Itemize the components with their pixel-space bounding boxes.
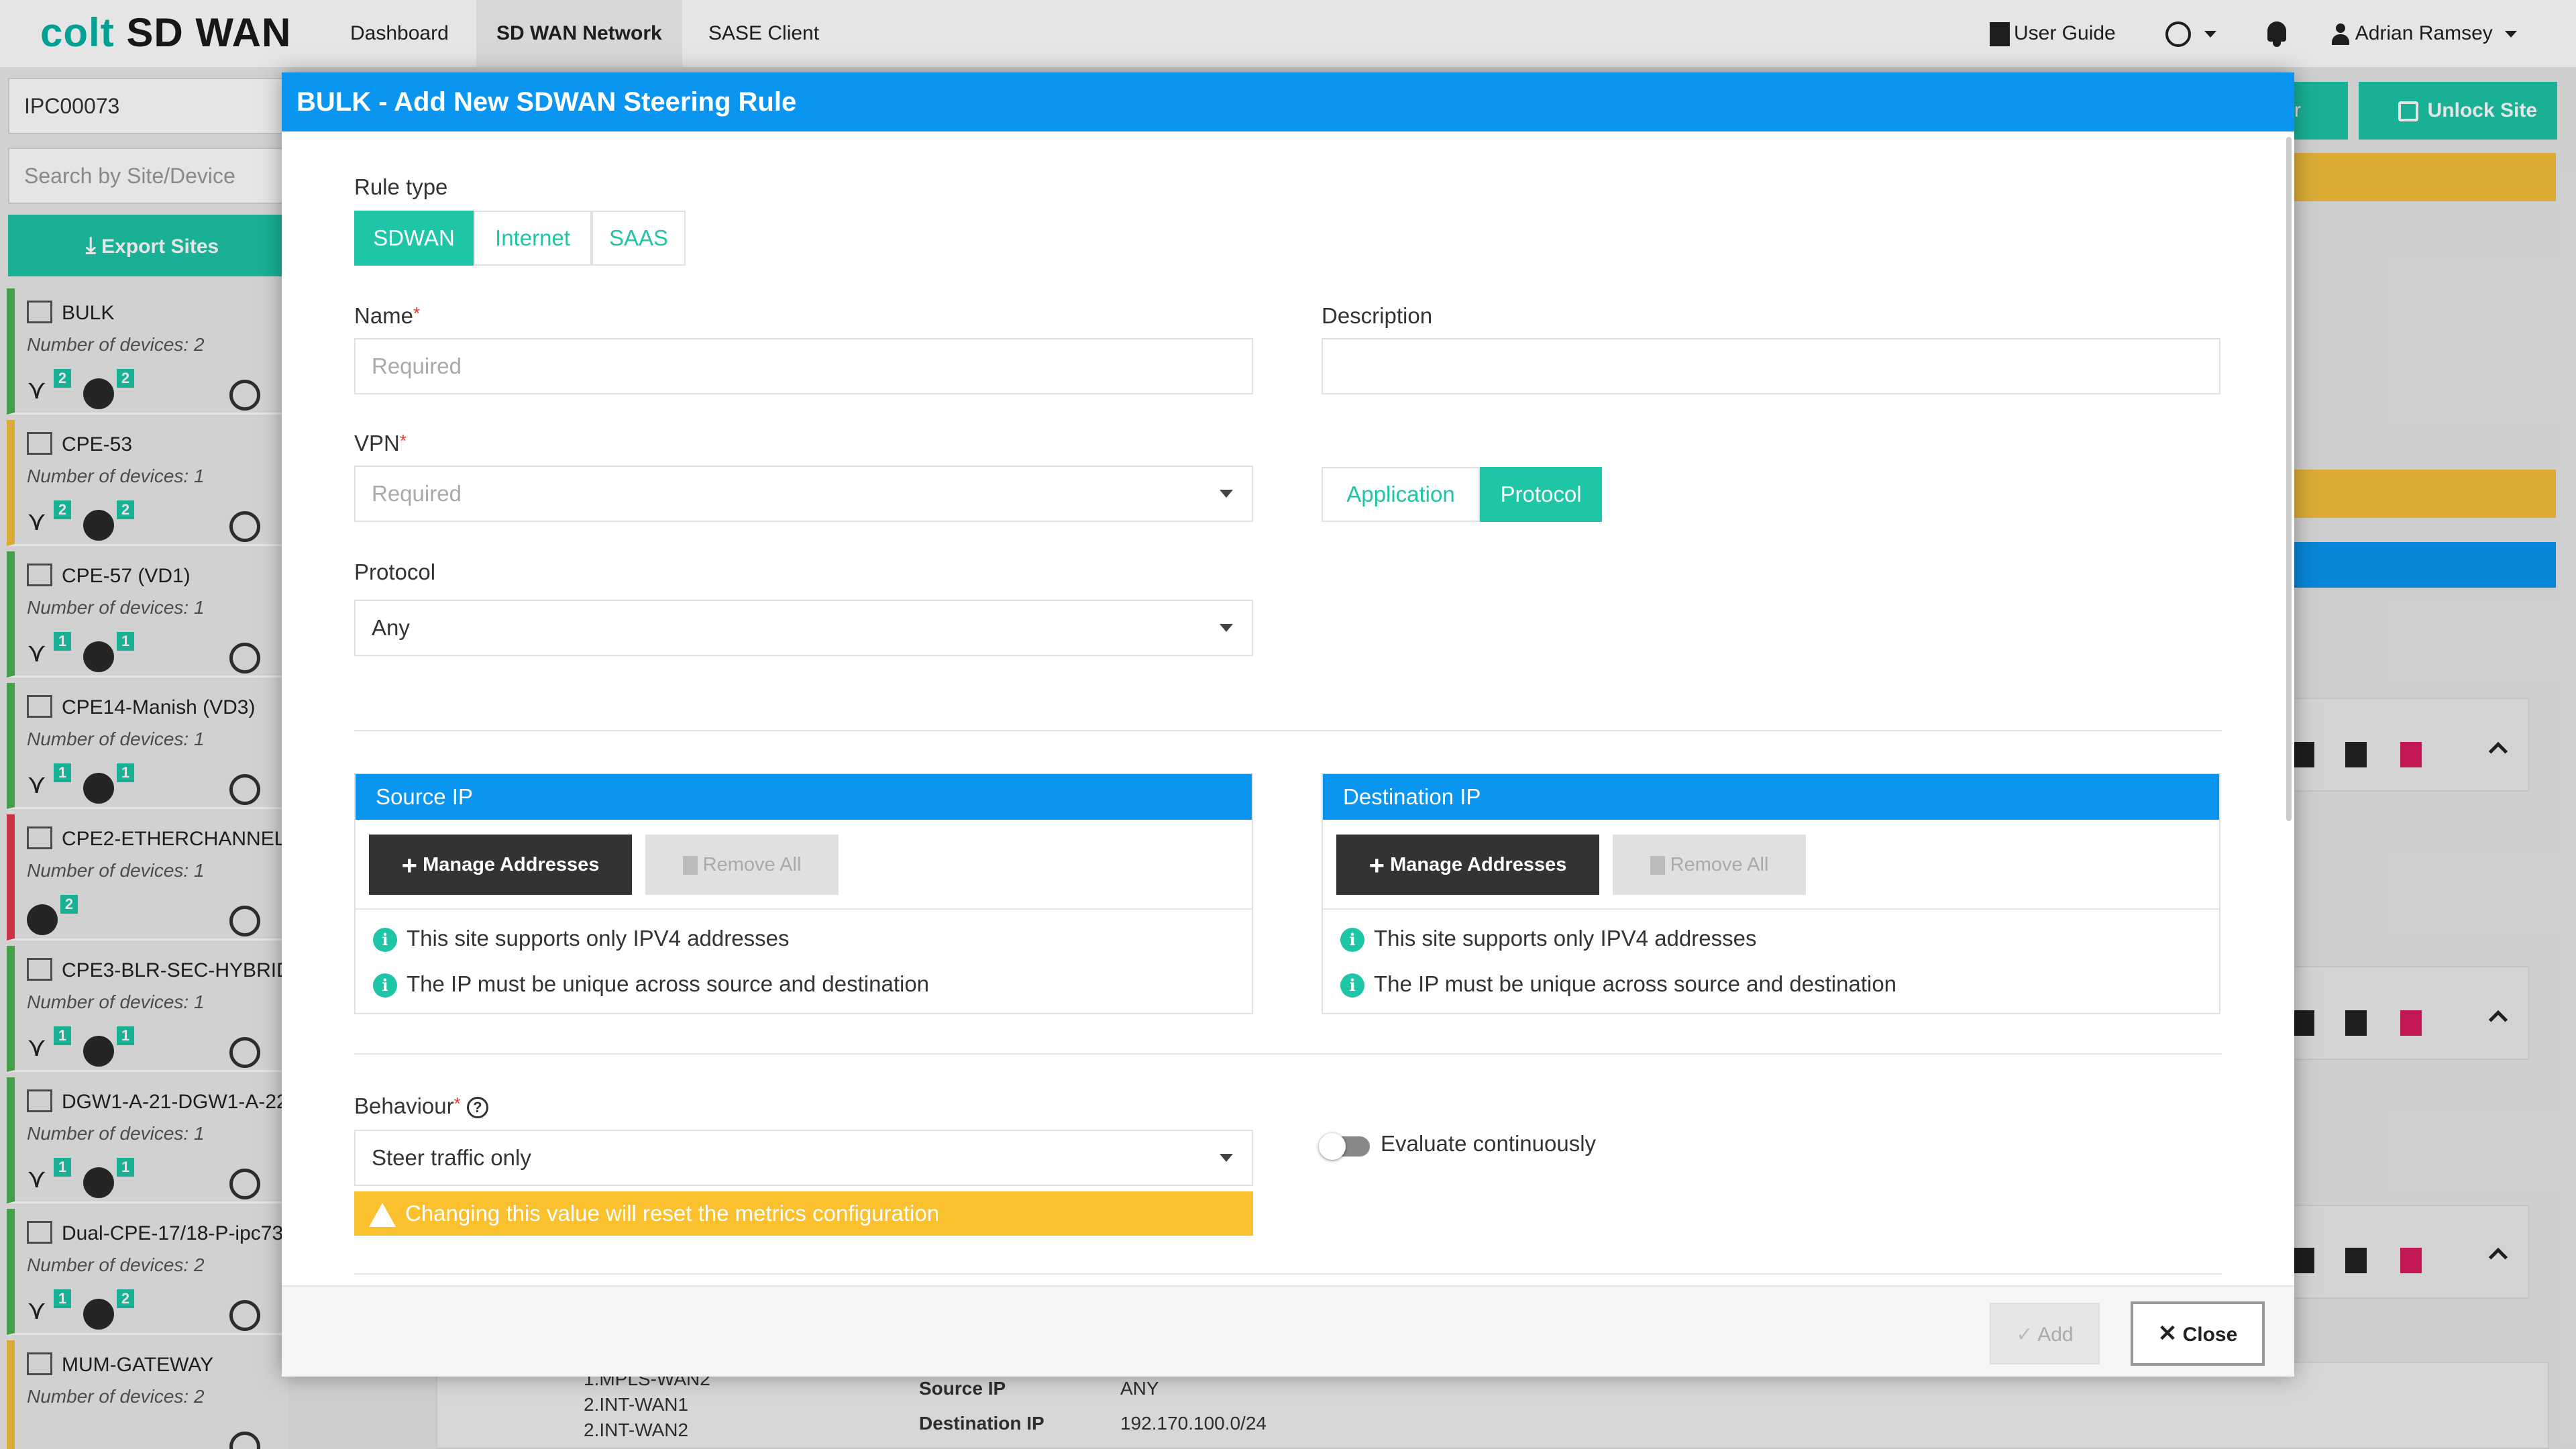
source-info-unique-text: The IP must be unique across source and … — [407, 971, 930, 996]
protocol-value: Any — [372, 615, 410, 640]
source-manage-label: Manage Addresses — [423, 854, 600, 875]
plus-icon: + — [1368, 851, 1385, 881]
info-icon: i — [1340, 973, 1364, 998]
source-remove-label: Remove All — [702, 854, 802, 875]
trash-icon — [1650, 856, 1665, 875]
divider — [1323, 908, 2219, 910]
chevron-down-icon — [1220, 1154, 1233, 1162]
protocol-label: Protocol — [354, 559, 436, 584]
chevron-down-icon — [1220, 490, 1233, 498]
check-icon: ✓ — [2016, 1324, 2033, 1346]
name-input[interactable]: Required — [354, 338, 1253, 394]
rule-type-saas[interactable]: SAAS — [592, 211, 686, 266]
trash-icon — [682, 856, 698, 875]
name-label: Name* — [354, 303, 421, 328]
protocol-select[interactable]: Any — [354, 600, 1253, 656]
divider — [354, 1053, 2222, 1055]
destination-info-unique: i The IP must be unique across source and… — [1340, 971, 1896, 998]
close-button[interactable]: ✕ Close — [2131, 1301, 2265, 1366]
divider — [354, 1273, 2222, 1275]
name-placeholder: Required — [372, 354, 462, 378]
add-button[interactable]: ✓ Add — [1990, 1303, 2100, 1364]
vpn-label: VPN* — [354, 431, 407, 455]
source-info-ipv4-text: This site supports only IPV4 addresses — [407, 926, 790, 951]
destination-remove-label: Remove All — [1670, 854, 1769, 875]
source-remove-all-button[interactable]: Remove All — [645, 835, 839, 895]
modal-scrollbar[interactable] — [2286, 137, 2292, 821]
destination-remove-all-button[interactable]: Remove All — [1613, 835, 1806, 895]
divider — [356, 908, 1252, 910]
source-info-ipv4: i This site supports only IPV4 addresses — [373, 926, 790, 953]
description-input[interactable] — [1322, 338, 2220, 394]
match-type-application[interactable]: Application — [1322, 467, 1480, 522]
vpn-select[interactable]: Required — [354, 466, 1253, 522]
info-icon: i — [373, 928, 397, 953]
source-info-unique: i The IP must be unique across source and… — [373, 971, 929, 998]
match-type-protocol[interactable]: Protocol — [1480, 467, 1602, 522]
destination-info-ipv4-text: This site supports only IPV4 addresses — [1374, 926, 1757, 951]
info-icon: i — [373, 973, 397, 998]
info-icon: i — [1340, 928, 1364, 953]
destination-ip-panel: Destination IP + Manage Addresses Remove… — [1322, 773, 2220, 1014]
modal-title: BULK - Add New SDWAN Steering Rule — [282, 72, 2294, 131]
behaviour-label: Behaviour* ? — [354, 1093, 488, 1119]
vpn-label-text: VPN — [354, 431, 400, 455]
name-label-text: Name — [354, 303, 414, 328]
close-label: Close — [2182, 1324, 2238, 1346]
close-icon: ✕ — [2157, 1321, 2178, 1346]
destination-manage-addresses-button[interactable]: + Manage Addresses — [1336, 835, 1599, 895]
add-label: Add — [2037, 1324, 2074, 1346]
behaviour-select[interactable]: Steer traffic only — [354, 1130, 1253, 1186]
divider — [354, 730, 2222, 731]
source-ip-header: Source IP — [356, 774, 1252, 820]
behaviour-label-text: Behaviour — [354, 1093, 454, 1118]
rule-type-label: Rule type — [354, 174, 448, 199]
destination-manage-label: Manage Addresses — [1390, 854, 1567, 875]
chevron-down-icon — [1220, 624, 1233, 632]
destination-ip-header: Destination IP — [1323, 774, 2219, 820]
help-icon[interactable]: ? — [466, 1097, 488, 1119]
evaluate-continuously-label: Evaluate continuously — [1381, 1131, 1597, 1156]
rule-type-internet[interactable]: Internet — [474, 211, 592, 266]
description-label: Description — [1322, 303, 1433, 328]
plus-icon: + — [401, 851, 418, 881]
vpn-placeholder: Required — [372, 481, 462, 506]
evaluate-continuously-toggle[interactable] — [1319, 1133, 1370, 1160]
source-ip-panel: Source IP + Manage Addresses Remove All … — [354, 773, 1253, 1014]
toggle-knob — [1319, 1133, 1346, 1160]
source-manage-addresses-button[interactable]: + Manage Addresses — [369, 835, 632, 895]
behaviour-warning-text: Changing this value will reset the metri… — [405, 1201, 940, 1226]
destination-info-unique-text: The IP must be unique across source and … — [1374, 971, 1897, 996]
warning-icon — [369, 1203, 396, 1228]
add-steering-rule-modal: BULK - Add New SDWAN Steering Rule Rule … — [282, 72, 2294, 1377]
behaviour-warning: Changing this value will reset the metri… — [354, 1191, 1253, 1236]
rule-type-sdwan[interactable]: SDWAN — [354, 211, 474, 266]
destination-info-ipv4: i This site supports only IPV4 addresses — [1340, 926, 1757, 953]
behaviour-value: Steer traffic only — [372, 1145, 531, 1170]
